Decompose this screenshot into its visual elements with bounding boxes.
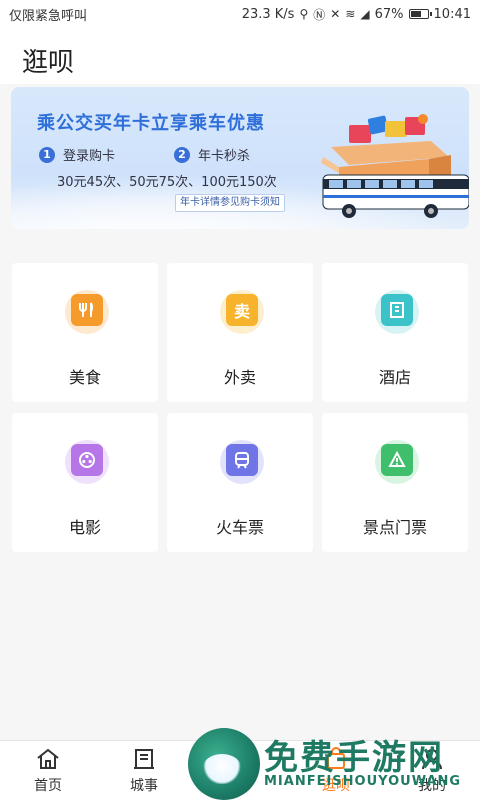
status-icons: 23.3 K/s ⚲ Ⓝ ✕ ≋ ◢ 67% 10:41: [242, 6, 471, 23]
hotel-icon: [381, 294, 413, 326]
user-icon: [422, 749, 442, 770]
service-label: 电影: [68, 518, 101, 537]
service-tile[interactable]: 景点门票: [322, 413, 468, 552]
train-icon: [226, 444, 258, 476]
shopping-bag-icon: [327, 747, 345, 769]
scenic-ticket-icon: [381, 444, 413, 476]
step-1-number: 1: [39, 146, 55, 163]
banner-prices: 30元45次、50元75次、100元150次: [57, 175, 277, 190]
building-icon: [134, 749, 154, 769]
banner-step-2: 2 年卡秒杀: [174, 145, 250, 164]
service-tile[interactable]: 火车票: [167, 413, 313, 552]
battery-icon: [408, 9, 432, 19]
battery-percent: 67%: [374, 6, 404, 22]
promo-banner[interactable]: 乘公交买年卡立享乘车优惠 1 登录购卡 2 年卡秒杀 30元45次、50元75次…: [11, 87, 469, 229]
service-tile[interactable]: 卖外卖: [167, 263, 313, 402]
banner-title: 乘公交买年卡立享乘车优惠: [37, 113, 265, 134]
clock: 10:41: [433, 6, 471, 22]
tab-mine-label: 我的: [418, 778, 446, 794]
tab-guangbei[interactable]: 逛呗: [288, 741, 384, 800]
step-2-label: 年卡秒杀: [198, 149, 251, 164]
banner-note-button[interactable]: 年卡详情参见购卡须知: [175, 194, 285, 212]
step-2-number: 2: [174, 146, 190, 163]
service-label: 酒店: [378, 368, 411, 387]
service-icon-halo: [375, 290, 419, 334]
bus-and-gift-box-illustration: [321, 114, 469, 218]
location-icon: ⚲: [299, 7, 309, 21]
takeout-icon: 卖: [226, 294, 258, 326]
service-tile[interactable]: 美食: [12, 263, 158, 402]
page-title: 逛呗: [22, 48, 75, 78]
home-icon: [37, 748, 59, 769]
banner-step-1: 1 登录购卡: [39, 145, 115, 164]
film-reel-icon: [71, 444, 103, 476]
tab-mine[interactable]: 我的: [384, 741, 480, 800]
tab-home[interactable]: 首页: [0, 741, 96, 800]
tab-home-label: 首页: [34, 778, 62, 794]
header: 逛呗: [0, 28, 480, 84]
tab-city-news[interactable]: 城事: [96, 741, 192, 800]
service-label: 景点门票: [362, 518, 427, 537]
service-icon-halo: [65, 440, 109, 484]
mute-icon: ✕: [330, 7, 341, 21]
tab-guangbei-label: 逛呗: [322, 778, 350, 794]
service-tile[interactable]: 酒店: [322, 263, 468, 402]
network-speed: 23.3 K/s: [241, 6, 295, 22]
bottom-tab-bar: 首页 城事 逛呗 我的: [0, 740, 480, 800]
service-icon-halo: [65, 290, 109, 334]
nfc-icon: Ⓝ: [313, 7, 326, 22]
service-label: 美食: [68, 368, 101, 387]
restaurant-icon: [71, 294, 103, 326]
service-label: 火车票: [215, 518, 264, 537]
step-1-label: 登录购卡: [63, 149, 116, 164]
service-label: 外卖: [223, 368, 256, 387]
service-tile[interactable]: 电影: [12, 413, 158, 552]
signal-icon: ◢: [360, 7, 370, 21]
service-icon-halo: [220, 440, 264, 484]
wifi-icon: ≋: [345, 7, 356, 21]
service-icon-halo: [375, 440, 419, 484]
status-bar: 仅限紧急呼叫 23.3 K/s ⚲ Ⓝ ✕ ≋ ◢ 67% 10:41: [0, 0, 480, 28]
tab-city-news-label: 城事: [130, 778, 158, 794]
carrier-text: 仅限紧急呼叫: [9, 8, 88, 24]
tab-center[interactable]: [192, 741, 288, 800]
service-icon-halo: 卖: [220, 290, 264, 334]
